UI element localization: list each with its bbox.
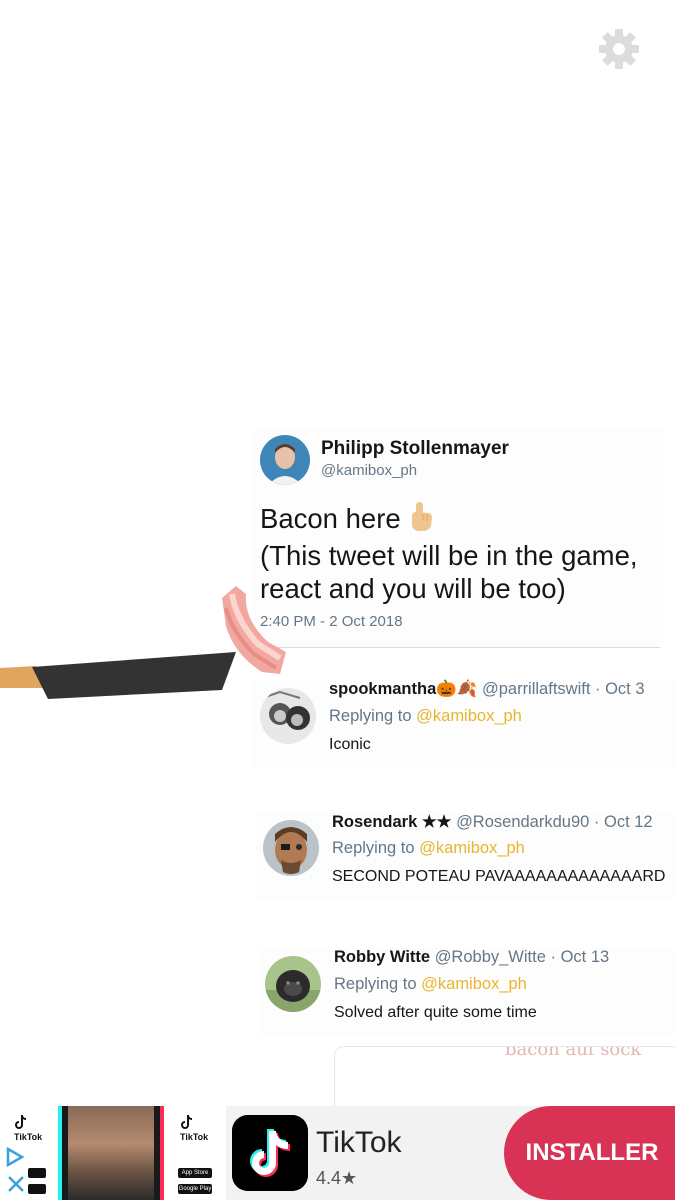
app-store-badge-left [28,1168,46,1178]
replying-to-label: Replying to [332,839,420,857]
accent-stripe-pink [160,1106,164,1200]
reply-author-handle[interactable]: @Robby_Witte [435,948,546,966]
reply-text: SECOND POTEAU PAVAAAAAAAAAAAAARD [332,868,666,885]
reply-header: Robby Witte @Robby_Witte · Oct 13 [334,948,609,967]
reply-avatar [265,956,321,1012]
reply-tweet: Rosendark ★★ @Rosendarkdu90 · Oct 12 Rep… [257,812,675,900]
reply-author-name[interactable]: Rosendark [332,813,417,831]
adchoices-icon[interactable] [4,1146,26,1168]
ad-banner[interactable]: TikTok TikTok App Store Google Play TikT… [0,1106,675,1200]
replying-to: Replying to @kamibox_ph [332,839,525,858]
reply-avatar [260,688,316,744]
reply-author-handle[interactable]: @parrillaftswift [482,680,590,698]
accent-stripe-cyan [58,1106,62,1200]
reply-avatar [263,820,319,876]
ad-mini-brand: TikTok [14,1132,43,1142]
replying-to-label: Replying to [329,707,417,725]
reply-date: · Oct 13 [550,948,610,966]
tweet-text-line-1: Bacon here [260,503,401,534]
mention-link[interactable]: @kamibox_ph [421,975,527,993]
reply-name-emoji: 🎃🍂 [436,680,478,698]
author-name[interactable]: Philipp Stollenmayer [321,438,509,460]
star-icon: ★ [341,1168,358,1188]
reply-tweet: Robby Witte @Robby_Witte · Oct 13 Replyi… [259,948,675,1036]
mention-link[interactable]: @kamibox_ph [416,707,522,725]
ad-mini-brand-right: TikTok [180,1132,209,1142]
reply-author-name[interactable]: spookmantha [329,680,436,698]
ad-creative[interactable]: TikTok TikTok App Store Google Play [0,1106,226,1200]
close-ad-icon[interactable] [6,1174,26,1194]
main-tweet-card: Philipp Stollenmayer @kamibox_ph Bacon h… [254,428,664,646]
tiktok-app-icon[interactable] [232,1115,308,1191]
install-button[interactable]: INSTALLER [504,1106,675,1200]
tweet-text-line-3: react and you will be too) [260,573,566,604]
reply-text: Iconic [329,736,371,753]
author-handle[interactable]: @kamibox_ph [321,462,417,479]
author-avatar [260,435,310,485]
tiktok-icon [15,1115,26,1129]
reply-date: · Oct 12 [593,813,653,831]
app-store-badge: App Store [178,1168,212,1178]
reply-text: Solved after quite some time [334,1004,537,1021]
replying-to: Replying to @kamibox_ph [329,707,522,726]
tiktok-icon [181,1115,192,1129]
ad-person-image [68,1106,154,1200]
ad-mini-logo-left: TikTok [14,1114,42,1142]
embed-partial-text: bacon auf sock [505,1046,642,1060]
settings-gear-icon[interactable] [596,26,642,72]
mention-link[interactable]: @kamibox_ph [419,839,525,857]
tweet-text-line-2: (This tweet will be in the game, [260,540,638,571]
replying-to-label: Replying to [334,975,422,993]
tweet-divider [258,647,660,648]
google-play-badge: Google Play [178,1184,212,1194]
reply-header: Rosendark ★★ @Rosendarkdu90 · Oct 12 [332,812,653,832]
reply-author-handle[interactable]: @Rosendarkdu90 [456,813,589,831]
reply-date: · Oct 3 [595,680,645,698]
game-stage: Philipp Stollenmayer @kamibox_ph Bacon h… [0,0,675,1200]
tweet-text: Bacon here (This tweet will be in the ga… [260,500,670,605]
reply-header: spookmantha🎃🍂 @parrillaftswift · Oct 3 [329,680,645,699]
ad-app-rating: 4.4★ [316,1168,357,1189]
reply-name-emoji: ★★ [421,813,452,831]
rating-value: 4.4 [316,1168,342,1188]
google-play-badge-left [28,1184,46,1194]
ad-app-name: TikTok [316,1126,402,1159]
pointing-up-hand-icon [407,500,433,539]
replying-to: Replying to @kamibox_ph [334,975,527,994]
reply-tweet: spookmantha🎃🍂 @parrillaftswift · Oct 3 R… [254,680,675,768]
reply-author-name[interactable]: Robby Witte [334,948,430,966]
ad-mini-logo-right: TikTok [180,1114,208,1142]
ad-video-preview[interactable] [58,1106,164,1200]
